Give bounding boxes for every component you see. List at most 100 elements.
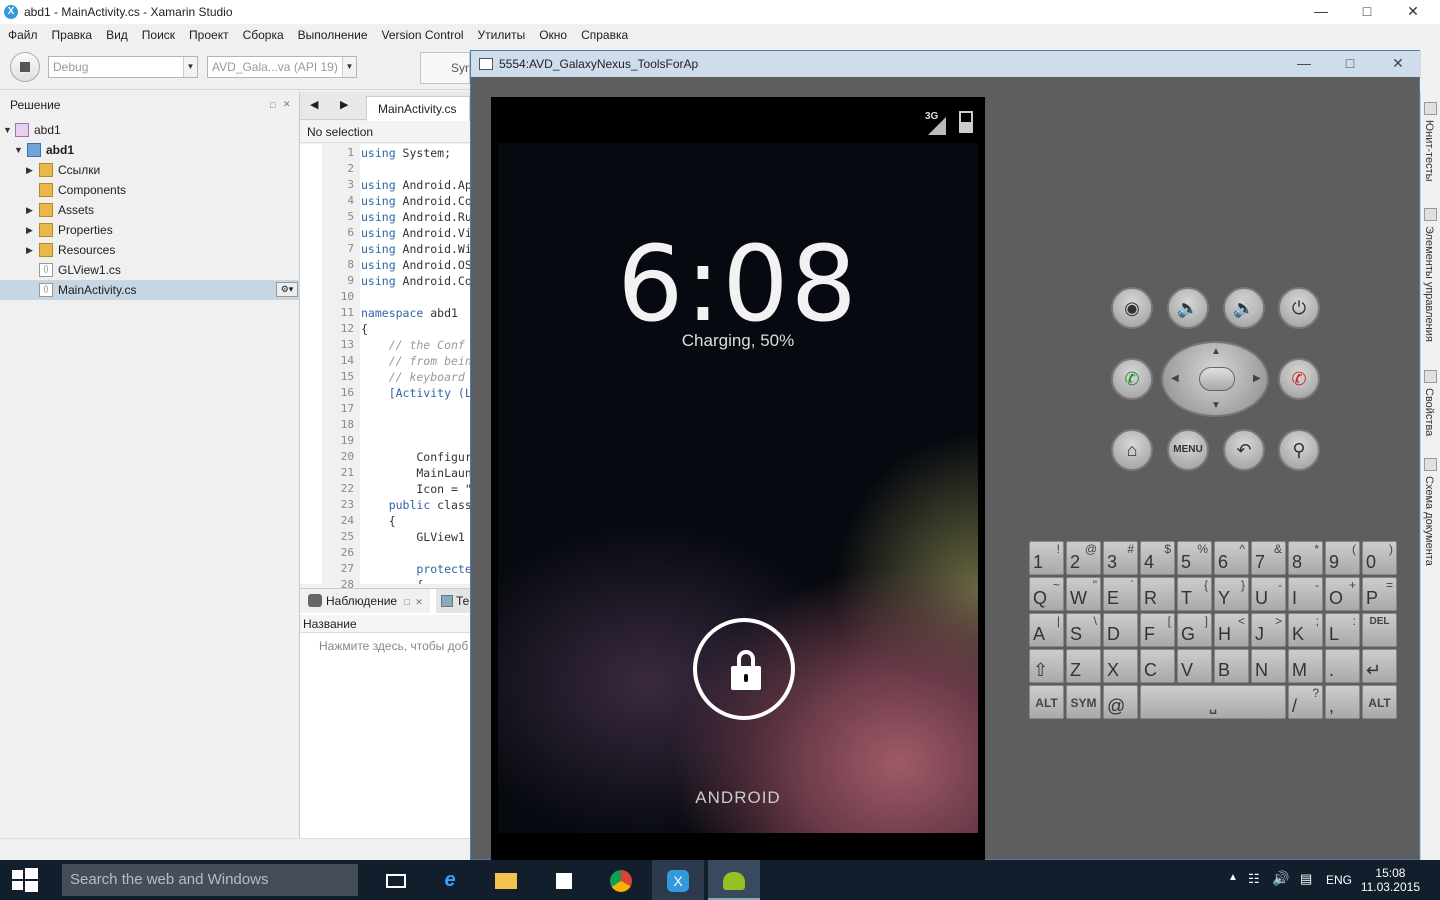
tree-item-mainactivity[interactable]: {} MainActivity.cs ⚙▾ [0,280,300,300]
taskbar-explorer[interactable] [480,860,532,900]
key-x[interactable]: X [1103,649,1138,683]
task-view-button[interactable] [370,860,422,900]
key-4[interactable]: 4 $ [1140,541,1175,575]
menu-build[interactable]: Сборка [243,28,284,42]
stop-button[interactable] [10,52,40,82]
key-c[interactable]: C [1140,649,1175,683]
tree-item-assets[interactable]: ▶ Assets [0,200,300,220]
key-i[interactable]: I- [1288,577,1323,611]
key-7[interactable]: 7 & [1251,541,1286,575]
dpad[interactable]: ▲ ▼ ◀ ▶ [1161,341,1269,417]
network-icon[interactable]: ☷ [1248,871,1260,887]
menu-window[interactable]: Окно [539,28,567,42]
menu-edit[interactable]: Правка [52,28,93,42]
menu-file[interactable]: Файл [8,28,38,42]
key-9[interactable]: 9( [1325,541,1360,575]
pane-dock-icon[interactable]: □ [404,597,409,607]
close-button[interactable]: ✕ [1390,0,1436,24]
watch-add-hint[interactable]: Нажмите здесь, чтобы доб [319,639,468,653]
key-8[interactable]: 8 * [1288,541,1323,575]
taskbar-xamarin[interactable]: X [652,860,704,900]
nav-forward-icon[interactable]: ▶ [340,98,348,111]
key-f[interactable]: F[ [1140,613,1175,647]
minimize-button[interactable]: — [1298,0,1344,24]
side-tab-properties[interactable]: Свойства [1423,388,1435,436]
maximize-button[interactable]: □ [1344,0,1390,24]
key-b[interactable]: B [1214,649,1249,683]
taskbar-search-box[interactable]: Search the web and Windows [62,864,358,896]
pane-dock-icon[interactable]: □ [270,100,275,110]
key-6[interactable]: 6 ^ [1214,541,1249,575]
expand-arrow-icon[interactable]: ▼ [3,120,12,140]
notification-icon[interactable]: ▤ [1300,871,1312,887]
expand-arrow-icon[interactable]: ▶ [26,200,33,220]
home-button[interactable]: ⌂ [1111,429,1153,471]
language-indicator[interactable]: ENG [1326,873,1352,887]
side-tab-document-outline[interactable]: Схема документа [1423,476,1435,566]
nav-back-icon[interactable]: ◀ [310,98,318,111]
dpad-right-icon[interactable]: ▶ [1253,373,1261,384]
menu-search[interactable]: Поиск [142,28,175,42]
android-lock-screen[interactable]: 6:08 Charging, 50% ANDROID [498,143,978,833]
clock[interactable]: 15:08 11.03.2015 [1361,866,1420,894]
dpad-left-icon[interactable]: ◀ [1171,373,1179,384]
end-call-button[interactable]: ✆ [1278,358,1320,400]
key-v[interactable]: V [1177,649,1212,683]
key-.[interactable]: . [1325,649,1360,683]
key-u[interactable]: U- [1251,577,1286,611]
menu-tools[interactable]: Утилиты [478,28,526,42]
key-↵[interactable]: ↵ [1362,649,1397,683]
start-button[interactable] [0,860,48,900]
dpad-up-icon[interactable]: ▲ [1211,346,1221,357]
taskbar-android-emulator[interactable] [708,860,760,900]
menu-version-control[interactable]: Version Control [382,28,464,42]
tree-item-project[interactable]: ▼ abd1 [0,140,300,160]
emulator-minimize-button[interactable]: — [1281,51,1327,77]
configuration-select[interactable]: Debug ▼ [48,56,198,78]
key-z[interactable]: Z [1066,649,1101,683]
properties-icon[interactable] [1424,370,1437,383]
device-select[interactable]: AVD_Gala...va (API 19) ▼ [207,56,357,78]
key-m[interactable]: M [1288,649,1323,683]
key-t[interactable]: T{ [1177,577,1212,611]
expand-arrow-icon[interactable]: ▶ [26,240,33,260]
key-k[interactable]: K; [1288,613,1323,647]
tab-watch[interactable]: Наблюдение □ ✕ [300,589,430,613]
volume-up-button[interactable]: 🔊 [1223,287,1265,329]
menu-run[interactable]: Выполнение [298,28,368,42]
key-y[interactable]: Y} [1214,577,1249,611]
key-w[interactable]: W " [1066,577,1101,611]
key-,[interactable]: , [1325,685,1360,719]
back-button[interactable]: ↶ [1223,429,1265,471]
key-n[interactable]: N [1251,649,1286,683]
key-2[interactable]: 2 @ [1066,541,1101,575]
expand-arrow-icon[interactable]: ▶ [26,220,33,240]
tree-item-glview[interactable]: {} GLView1.cs [0,260,300,280]
unit-test-icon[interactable] [1424,102,1437,115]
toolbox-icon[interactable] [1424,208,1437,221]
taskbar-store[interactable] [538,860,590,900]
chevron-up-icon[interactable]: ▲ [1228,872,1238,883]
tree-item-resources[interactable]: ▶ Resources [0,240,300,260]
key-alt[interactable]: ALT [1029,685,1064,719]
volume-down-button[interactable]: 🔈 [1167,287,1209,329]
side-tab-toolbox[interactable]: Элементы управления [1423,226,1435,342]
dpad-down-icon[interactable]: ▼ [1211,400,1221,411]
emulator-maximize-button[interactable]: □ [1327,51,1373,77]
watch-column-header[interactable]: Название [300,615,470,633]
selection-breadcrumb[interactable]: No selection [300,121,470,143]
camera-button[interactable]: ◉ [1111,287,1153,329]
search-button[interactable]: ⚲ [1278,429,1320,471]
key-del[interactable]: DEL [1362,613,1397,647]
key-p[interactable]: P = [1362,577,1397,611]
code-editor[interactable]: using System; using Android.Ap using Andro… [360,144,470,584]
unlock-handle[interactable] [693,618,795,720]
key-@[interactable]: @ [1103,685,1138,719]
menu-button[interactable]: MENU [1167,429,1209,471]
tree-item-solution[interactable]: ▼ abd1 [0,120,300,140]
key-g[interactable]: G] [1177,613,1212,647]
pane-close-icon[interactable]: ✕ [283,99,291,110]
key-d[interactable]: D [1103,613,1138,647]
sync-button[interactable]: Syn [420,52,470,84]
key-l[interactable]: L: [1325,613,1360,647]
